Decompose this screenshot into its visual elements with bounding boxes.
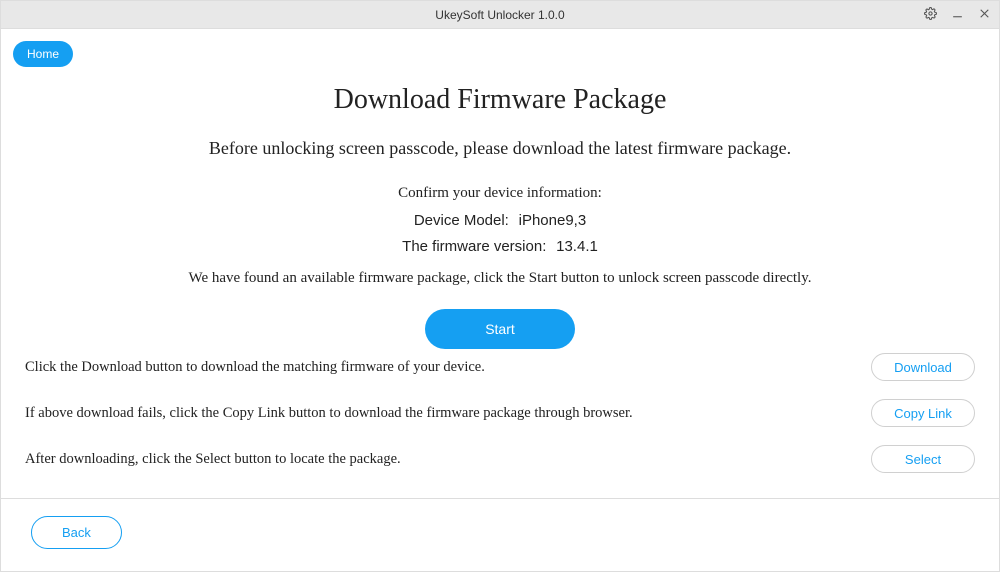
titlebar: UkeySoft Unlocker 1.0.0: [1, 1, 999, 29]
window-controls: [924, 7, 991, 23]
firmware-found-text: We have found an available firmware pack…: [1, 270, 999, 287]
firmware-value: 13.4.1: [556, 238, 598, 255]
copy-link-button[interactable]: Copy Link: [871, 399, 975, 427]
minimize-icon[interactable]: [951, 7, 964, 23]
firmware-version-row: The firmware version: 13.4.1: [1, 238, 999, 256]
page-subtitle: Before unlocking screen passcode, please…: [1, 138, 999, 159]
main-content: Download Firmware Package Before unlocki…: [1, 29, 999, 349]
home-button[interactable]: Home: [13, 41, 73, 67]
back-button[interactable]: Back: [31, 516, 122, 549]
instruction-select-text: After downloading, click the Select butt…: [25, 451, 401, 468]
instruction-select-row: After downloading, click the Select butt…: [25, 445, 975, 473]
close-icon[interactable]: [978, 7, 991, 23]
firmware-label: The firmware version:: [402, 238, 546, 255]
settings-icon[interactable]: [924, 7, 937, 23]
device-model-label: Device Model:: [414, 212, 509, 229]
instructions-area: Click the Download button to download th…: [25, 353, 975, 491]
page-title: Download Firmware Package: [1, 84, 999, 116]
device-model-value: iPhone9,3: [519, 212, 587, 229]
divider: [1, 498, 999, 499]
start-button[interactable]: Start: [425, 309, 575, 349]
select-button[interactable]: Select: [871, 445, 975, 473]
instruction-copylink-text: If above download fails, click the Copy …: [25, 405, 633, 422]
window-title: UkeySoft Unlocker 1.0.0: [435, 8, 564, 22]
instruction-download-text: Click the Download button to download th…: [25, 359, 485, 376]
download-button[interactable]: Download: [871, 353, 975, 381]
confirm-text: Confirm your device information:: [1, 185, 999, 202]
device-model-row: Device Model: iPhone9,3: [1, 212, 999, 230]
instruction-copylink-row: If above download fails, click the Copy …: [25, 399, 975, 427]
instruction-download-row: Click the Download button to download th…: [25, 353, 975, 381]
